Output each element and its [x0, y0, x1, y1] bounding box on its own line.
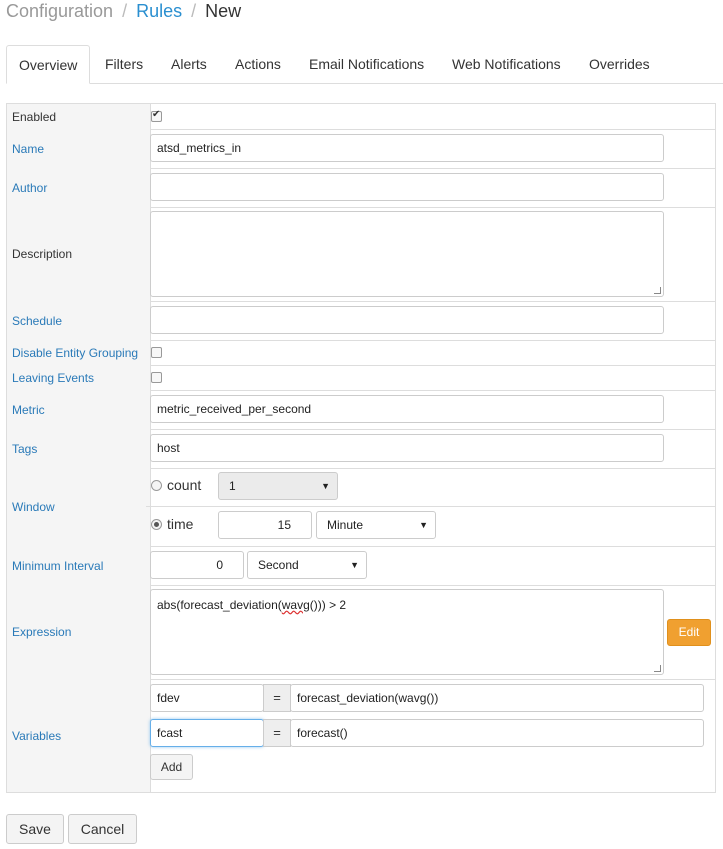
breadcrumb: Configuration / Rules / New — [6, 0, 241, 26]
window-label[interactable]: Window — [7, 468, 151, 546]
window-count-radio[interactable] — [151, 480, 162, 491]
save-button[interactable]: Save — [6, 814, 64, 844]
window-time-unit-value: Minute — [327, 518, 364, 532]
tab-alerts[interactable]: Alerts — [159, 45, 219, 83]
chevron-down-icon: ▼ — [321, 481, 330, 491]
metric-label[interactable]: Metric — [7, 390, 151, 429]
minimum-interval-label[interactable]: Minimum Interval — [7, 546, 151, 585]
radio-selected-dot — [154, 522, 159, 527]
row-author: Author — [7, 168, 715, 208]
resize-handle-icon[interactable] — [654, 665, 661, 672]
leaving-events-checkbox[interactable] — [151, 372, 162, 383]
schedule-input[interactable] — [150, 306, 664, 334]
row-leaving-events: Leaving Events — [7, 365, 715, 391]
expression-edit-button[interactable]: Edit — [667, 619, 711, 646]
variable-value-input[interactable]: forecast() — [290, 719, 704, 747]
variable-value-input[interactable]: forecast_deviation(wavg()) — [290, 684, 704, 712]
name-label[interactable]: Name — [7, 129, 151, 168]
variable-name-input[interactable]: fcast — [150, 719, 264, 747]
window-divider — [146, 506, 715, 507]
tab-bar: Overview Filters Alerts Actions Email No… — [6, 45, 723, 84]
row-disable-entity-grouping: Disable Entity Grouping — [7, 340, 715, 366]
row-enabled: Enabled ✔ — [7, 104, 715, 130]
row-window: Window count 1 ▼ time 15 Minute ▼ — [7, 468, 715, 547]
name-input[interactable]: atsd_metrics_in — [150, 134, 664, 162]
minimum-interval-unit-select[interactable]: Second ▼ — [247, 551, 367, 579]
expression-suffix: ())) > 2 — [309, 598, 347, 612]
tab-overview[interactable]: Overview — [6, 45, 90, 84]
variables-label[interactable]: Variables — [7, 679, 151, 792]
chevron-down-icon: ▼ — [350, 560, 359, 570]
cancel-button[interactable]: Cancel — [68, 814, 137, 844]
row-minimum-interval: Minimum Interval 0 Second ▼ — [7, 546, 715, 586]
row-metric: Metric metric_received_per_second — [7, 390, 715, 430]
window-count-select[interactable]: 1 ▼ — [218, 472, 338, 500]
row-tags: Tags host — [7, 429, 715, 469]
rule-form: Enabled ✔ Name atsd_metrics_in Author De… — [6, 103, 716, 793]
description-textarea[interactable] — [150, 211, 664, 297]
breadcrumb-current: New — [205, 1, 242, 21]
resize-handle-icon[interactable] — [654, 287, 661, 294]
tab-web-notifications[interactable]: Web Notifications — [440, 45, 573, 83]
expression-textarea[interactable]: abs(forecast_deviation(wavg())) > 2 — [150, 589, 664, 675]
author-input[interactable] — [150, 173, 664, 201]
breadcrumb-configuration[interactable]: Configuration — [6, 1, 113, 21]
description-label: Description — [7, 207, 151, 301]
minimum-interval-unit-value: Second — [258, 558, 299, 572]
add-variable-button[interactable]: Add — [150, 754, 193, 780]
window-time-input[interactable]: 15 — [218, 511, 312, 539]
enabled-label: Enabled — [7, 104, 151, 129]
metric-input[interactable]: metric_received_per_second — [150, 395, 664, 423]
author-label[interactable]: Author — [7, 168, 151, 207]
row-description: Description — [7, 207, 715, 302]
window-count-value: 1 — [229, 479, 236, 493]
tags-input[interactable]: host — [150, 434, 664, 462]
variable-equals-sign: = — [263, 719, 291, 747]
disable-entity-grouping-label[interactable]: Disable Entity Grouping — [7, 340, 151, 365]
variable-name-input[interactable]: fdev — [150, 684, 264, 712]
expression-prefix: abs(forecast_deviation( — [157, 598, 282, 612]
leaving-events-label[interactable]: Leaving Events — [7, 365, 151, 390]
tab-email-notifications[interactable]: Email Notifications — [297, 45, 436, 83]
row-variables: Variables fdev = forecast_deviation(wavg… — [7, 679, 715, 792]
row-name: Name atsd_metrics_in — [7, 129, 715, 169]
chevron-down-icon: ▼ — [419, 520, 428, 530]
breadcrumb-separator: / — [122, 1, 128, 21]
breadcrumb-rules[interactable]: Rules — [136, 1, 182, 21]
expression-misspelled-word: wavg — [281, 598, 310, 612]
expression-label[interactable]: Expression — [7, 585, 151, 679]
check-icon: ✔ — [152, 109, 161, 120]
window-time-unit-select[interactable]: Minute ▼ — [316, 511, 436, 539]
variable-equals-sign: = — [263, 684, 291, 712]
row-expression: Expression abs(forecast_deviation(wavg()… — [7, 585, 715, 680]
breadcrumb-separator: / — [191, 1, 197, 21]
tab-filters[interactable]: Filters — [93, 45, 155, 83]
disable-entity-grouping-checkbox[interactable] — [151, 347, 162, 358]
row-schedule: Schedule — [7, 301, 715, 341]
tab-overrides[interactable]: Overrides — [577, 45, 662, 83]
tab-actions[interactable]: Actions — [223, 45, 293, 83]
minimum-interval-input[interactable]: 0 — [150, 551, 244, 579]
window-time-radio[interactable] — [151, 519, 162, 530]
window-count-label: count — [167, 477, 202, 493]
enabled-checkbox[interactable]: ✔ — [151, 109, 162, 122]
tags-label[interactable]: Tags — [7, 429, 151, 468]
schedule-label[interactable]: Schedule — [7, 301, 151, 340]
window-time-label: time — [167, 516, 194, 532]
